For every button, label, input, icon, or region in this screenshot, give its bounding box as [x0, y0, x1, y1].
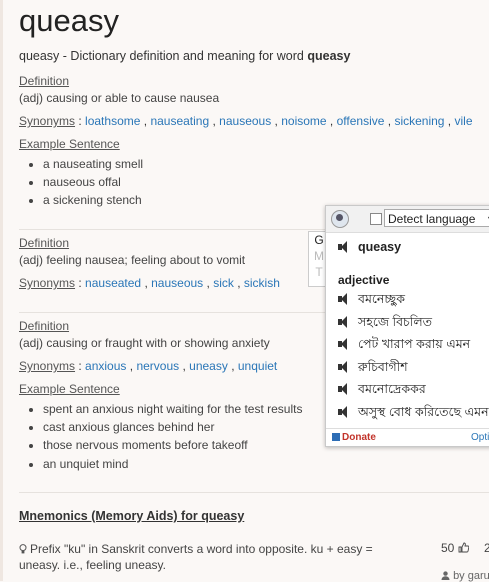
- example-item: a nauseating smell: [43, 155, 489, 173]
- synonym-link[interactable]: nauseous: [151, 276, 203, 290]
- left-border: [0, 0, 3, 581]
- sense-1: Definition (adj) causing or able to caus…: [19, 73, 489, 210]
- popup-footer: Donate Opti: [326, 428, 489, 446]
- synonym-link[interactable]: sick: [213, 276, 234, 290]
- translation-item: অসুস্থ বোধ করিতেছে এমন: [338, 403, 489, 426]
- example-item: an unquiet mind: [43, 455, 489, 473]
- synonyms-row: Synonyms : loathsome , nauseating , naus…: [19, 114, 473, 128]
- page-title: queasy: [19, 3, 119, 38]
- speaker-icon[interactable]: [338, 405, 350, 418]
- vote-count: 50: [441, 541, 455, 555]
- detect-language-checkbox[interactable]: [370, 213, 382, 225]
- synonym-link[interactable]: vile: [454, 114, 472, 128]
- page-subtitle: queasy - Dictionary definition and meani…: [19, 49, 351, 63]
- synonym-link[interactable]: sickening: [394, 114, 444, 128]
- dictionary-page: queasy queasy - Dictionary definition an…: [0, 0, 489, 582]
- speaker-icon[interactable]: [338, 293, 350, 305]
- translation-item: বমনোদ্রেককর: [338, 380, 489, 403]
- translator-logo-icon: [331, 210, 349, 228]
- synonym-link[interactable]: offensive: [337, 114, 385, 128]
- synonym-link[interactable]: loathsome: [85, 114, 140, 128]
- translation-item: রুচিবাগীশ: [338, 358, 489, 381]
- speaker-icon[interactable]: [338, 241, 350, 253]
- speaker-icon[interactable]: [338, 338, 350, 351]
- source-language-select[interactable]: Detect language▼: [384, 209, 489, 227]
- lightbulb-icon: [19, 544, 27, 554]
- donate-icon: [332, 433, 340, 441]
- synonym-link[interactable]: unquiet: [238, 359, 277, 373]
- donate-link[interactable]: Donate: [332, 432, 376, 443]
- definition-text: (adj) causing or able to cause nausea: [19, 91, 220, 105]
- synonyms-label: Synonyms: [19, 359, 76, 373]
- popup-toolbar: Detect language▼: [326, 206, 489, 233]
- synonyms-label: Synonyms: [19, 276, 76, 290]
- speaker-icon[interactable]: [338, 360, 350, 373]
- user-icon: [441, 571, 450, 580]
- translation-item: পেট খারাপ করায় এমন: [338, 335, 489, 358]
- divider: [19, 492, 489, 493]
- thumbs-up-icon: [458, 542, 470, 553]
- synonyms-label: Synonyms: [19, 114, 76, 128]
- synonym-link[interactable]: nervous: [136, 359, 179, 373]
- translation-item: বমনেচ্ছুক: [338, 290, 489, 313]
- mnemonic-text: Prefix "ku" in Sanskrit converts a word …: [19, 542, 373, 572]
- speaker-icon[interactable]: [338, 383, 350, 396]
- downvote-count[interactable]: 2: [484, 541, 489, 555]
- synonym-link[interactable]: nauseated: [85, 276, 141, 290]
- mnemonics-heading[interactable]: Mnemonics (Memory Aids) for queasy: [19, 509, 244, 523]
- upvote-button[interactable]: 50: [441, 541, 470, 555]
- definition-label: Definition: [19, 74, 70, 88]
- synonym-link[interactable]: anxious: [85, 359, 126, 373]
- example-label: Example Sentence: [19, 137, 120, 151]
- example-list: a nauseating smell nauseous offal a sick…: [19, 155, 489, 210]
- options-link[interactable]: Opti: [471, 432, 489, 443]
- synonym-link[interactable]: sickish: [244, 276, 280, 290]
- speaker-icon[interactable]: [338, 315, 350, 328]
- translate-popup: Detect language▼ queasy adjective বমনেচ্…: [325, 205, 489, 447]
- synonym-link[interactable]: nauseous: [219, 114, 271, 128]
- translation-item: সহজে বিচলিত: [338, 313, 489, 336]
- synonym-link[interactable]: noisome: [281, 114, 326, 128]
- part-of-speech: adjective: [338, 273, 390, 287]
- translation-list: বমনেচ্ছুক সহজে বিচলিত পেট খারাপ করায় এম…: [338, 290, 489, 426]
- translated-word: queasy: [338, 240, 401, 254]
- synonym-link[interactable]: nauseating: [150, 114, 209, 128]
- synonym-link[interactable]: uneasy: [189, 359, 228, 373]
- mnemonic-author: by garu: [441, 570, 489, 582]
- example-item: nauseous offal: [43, 173, 489, 191]
